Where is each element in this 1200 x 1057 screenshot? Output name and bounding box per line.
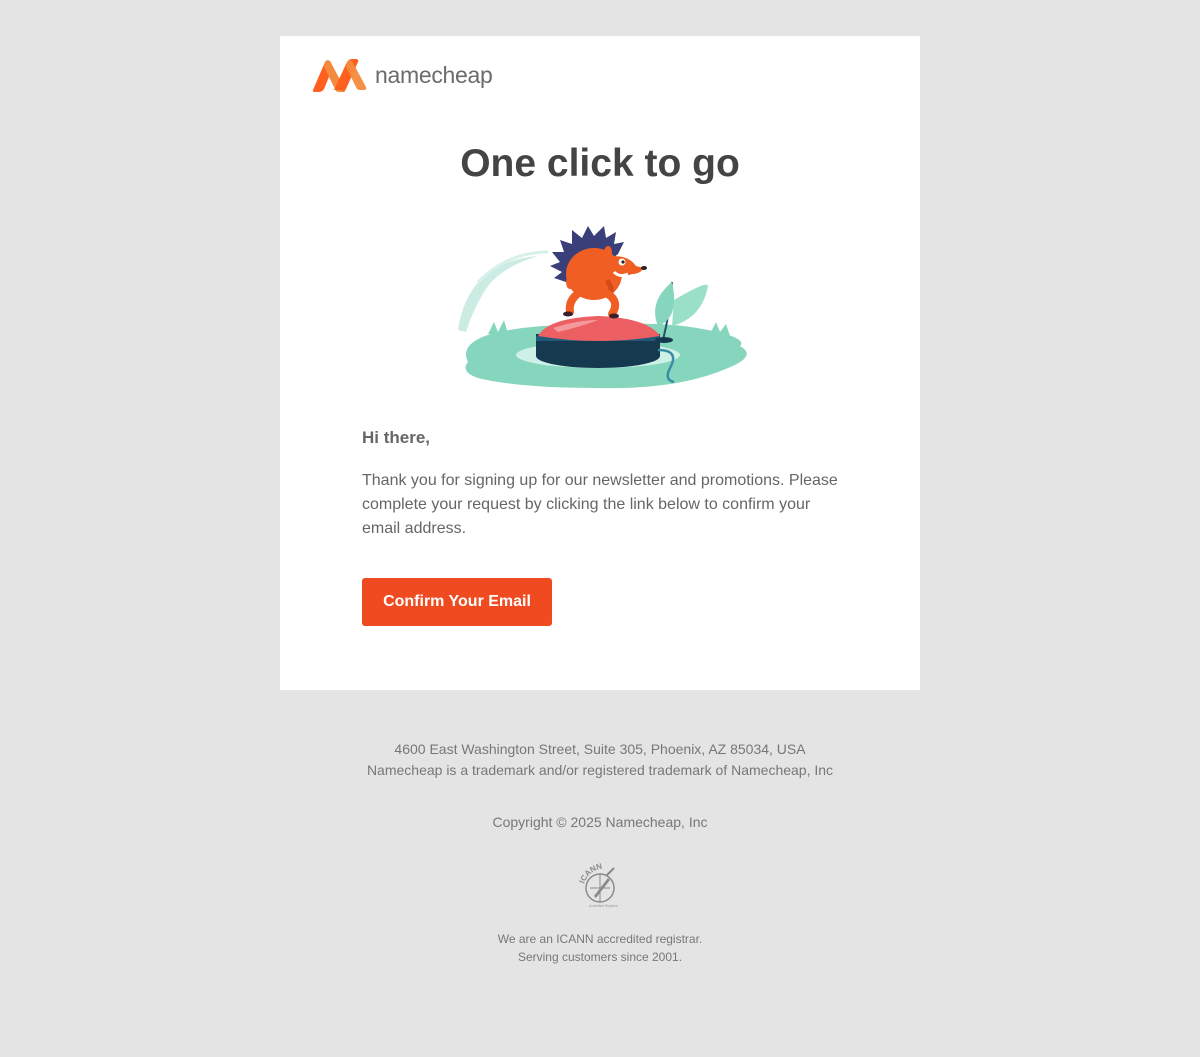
email-body: Thank you for signing up for our newslet…: [362, 472, 838, 537]
namecheap-logo[interactable]: namecheap: [311, 59, 493, 92]
namecheap-logo-icon: [311, 59, 368, 92]
footer-copyright: Copyright © 2025 Namecheap, Inc: [492, 814, 708, 830]
footer-since: Serving customers since 2001.: [517, 950, 683, 964]
hedgehog-illustration: [458, 222, 748, 395]
email-card: namecheap One click to go Hi there, Than…: [280, 36, 920, 690]
footer-address-block: 4600 East Washington Street, Suite 305, …: [280, 739, 920, 781]
footer-accreditation-block: We are an ICANN accredited registrar. Se…: [280, 930, 920, 966]
footer-copyright-block: Copyright © 2025 Namecheap, Inc: [280, 814, 920, 830]
footer-address: 4600 East Washington Street, Suite 305, …: [394, 741, 806, 757]
email-headline: One click to go: [460, 142, 740, 185]
icann-logo-subtext: Accredited Registrar: [589, 904, 619, 908]
footer-accredited: We are an ICANN accredited registrar.: [497, 932, 703, 946]
confirm-email-button[interactable]: Confirm Your Email: [362, 578, 552, 626]
greeting: Hi there,: [362, 428, 431, 447]
brand-wordmark: namecheap: [375, 62, 493, 88]
icann-logo-icon[interactable]: ICANN Accredited Registrar: [576, 861, 624, 915]
footer-trademark: Namecheap is a trademark and/or register…: [366, 762, 834, 778]
